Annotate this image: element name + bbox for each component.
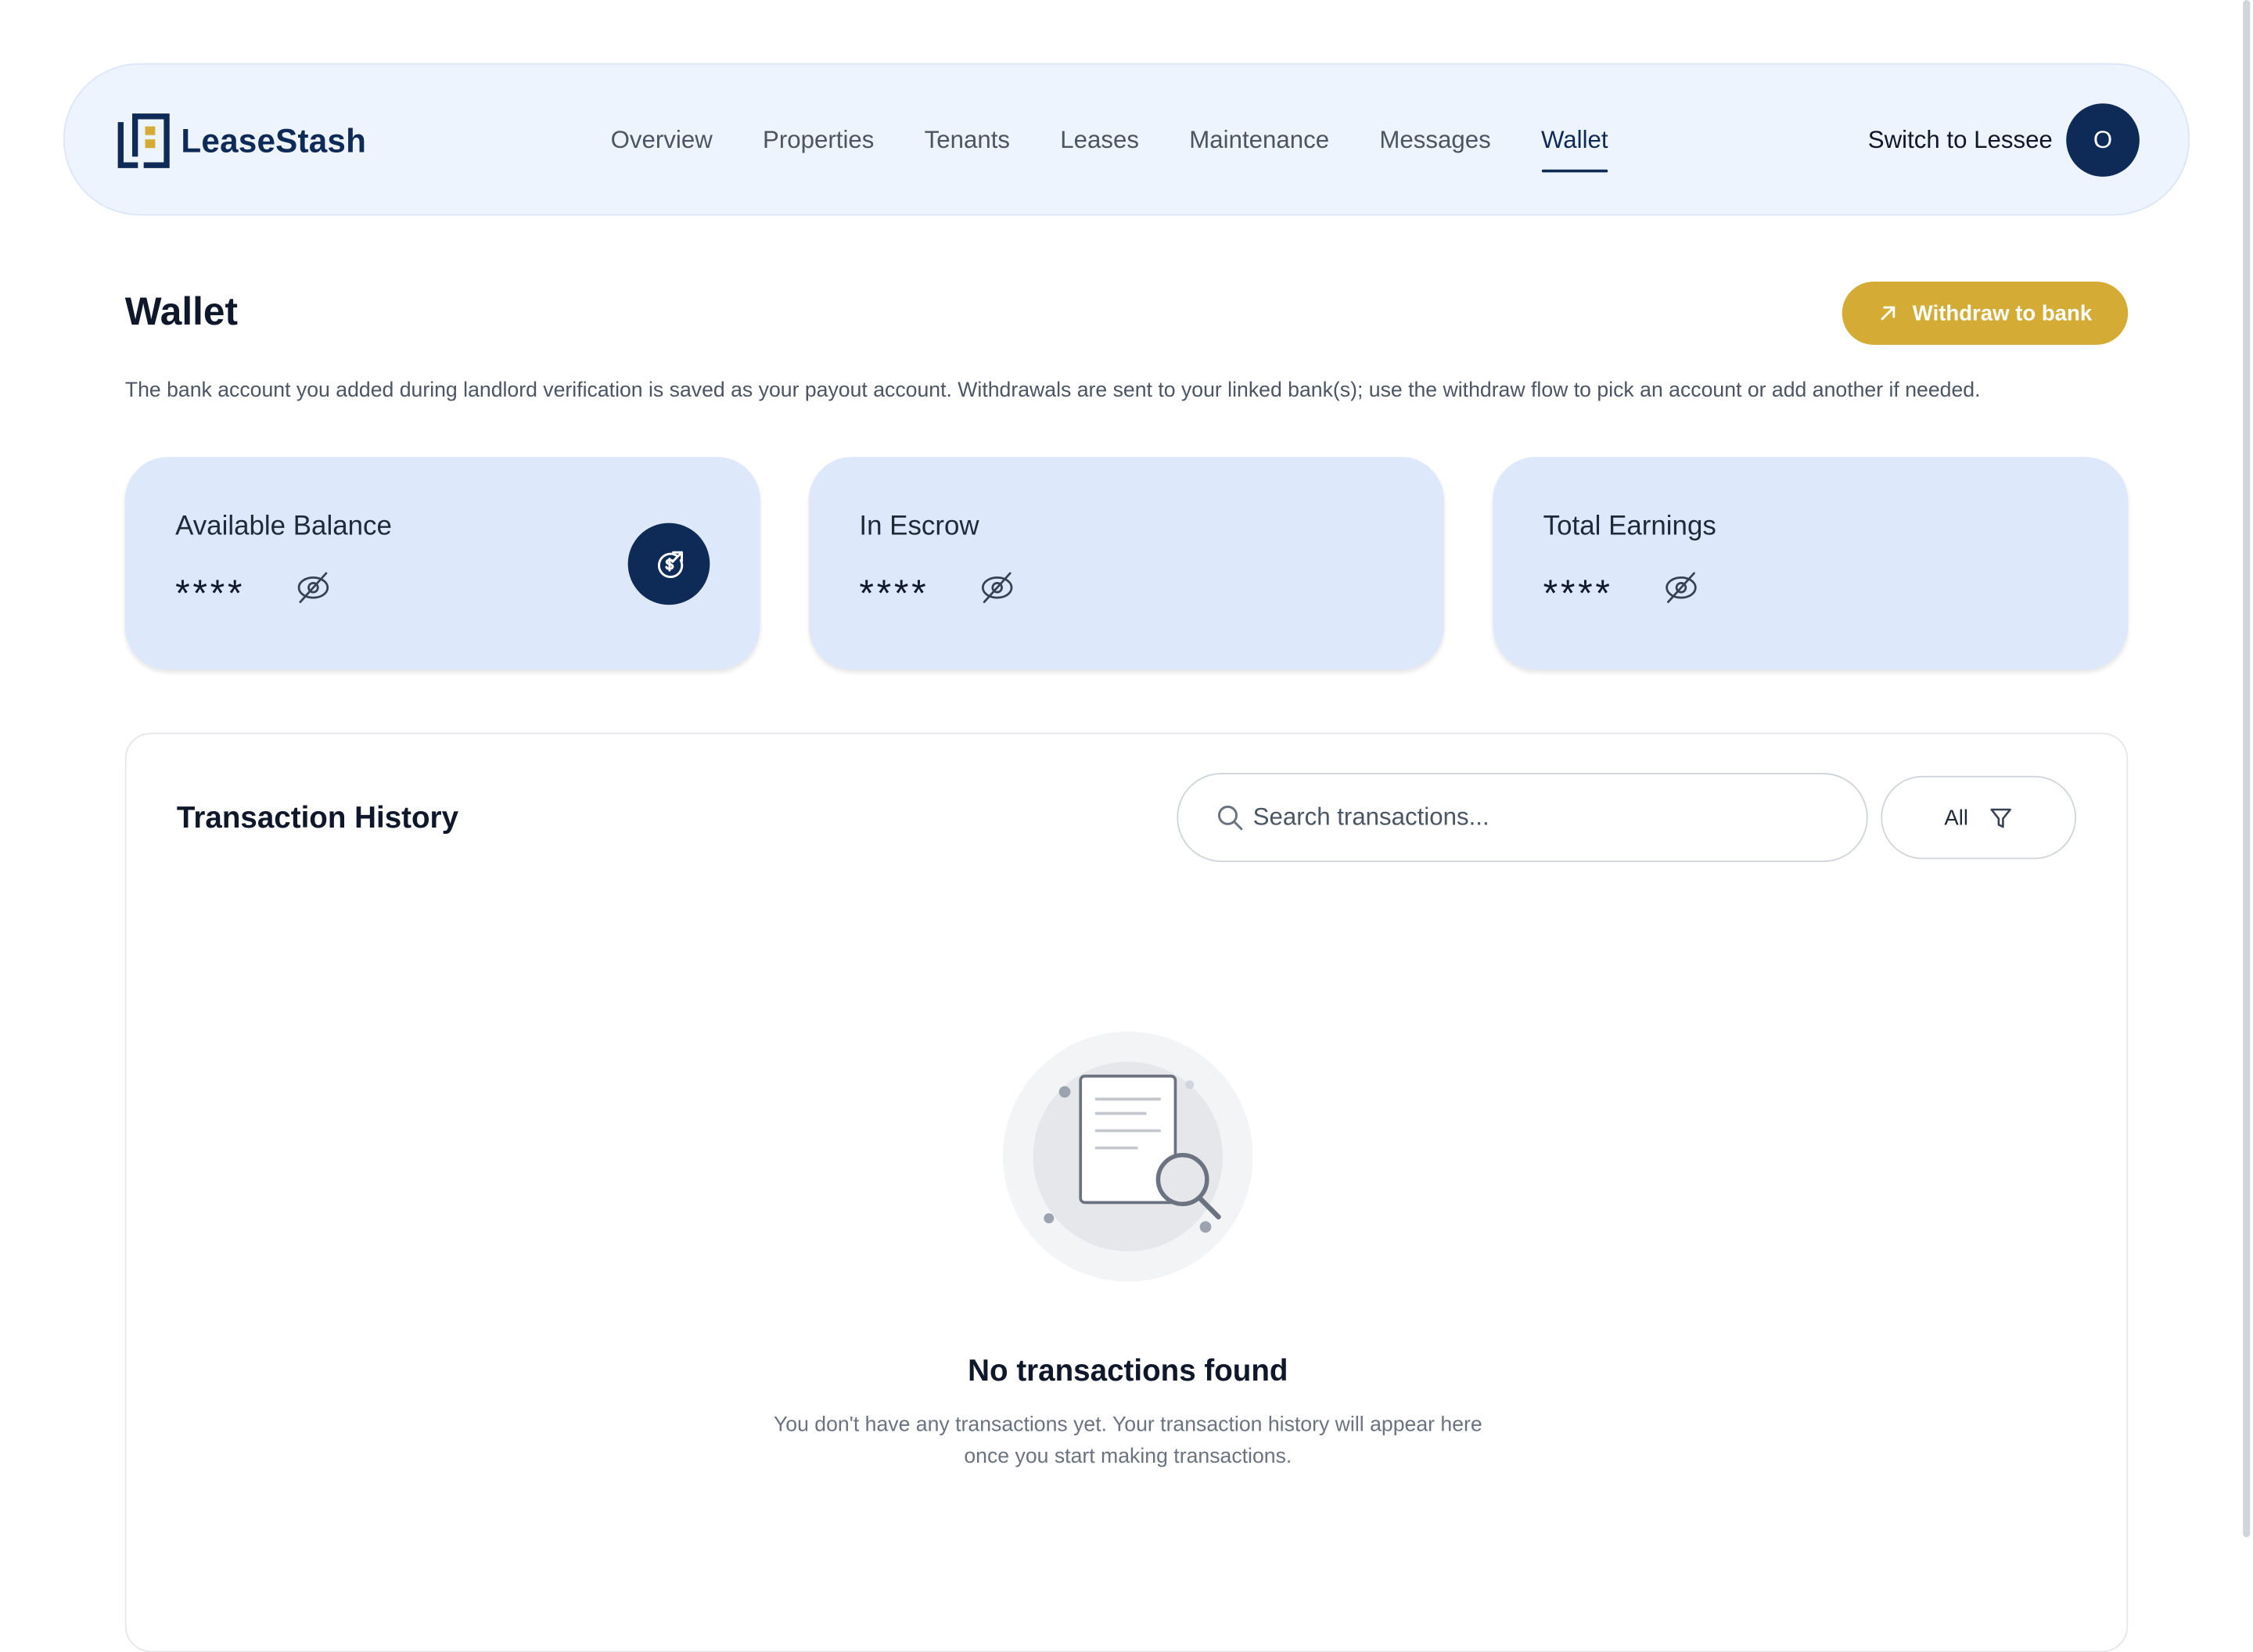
eye-off-icon[interactable] xyxy=(979,569,1016,606)
card-label: Available Balance xyxy=(175,511,392,542)
arrow-up-right-icon xyxy=(1881,306,1895,321)
card-label: In Escrow xyxy=(859,511,979,542)
payout-description: The bank account you added during landlo… xyxy=(124,379,1981,403)
available-balance-card: Available Balance **** xyxy=(124,457,760,670)
card-label: Total Earnings xyxy=(1543,511,1716,542)
filter-label: All xyxy=(1944,805,1969,830)
withdraw-to-bank-button[interactable]: Withdraw to bank xyxy=(1842,282,2129,345)
brand-logo[interactable]: LeaseStash xyxy=(115,110,366,173)
nav-item-maintenance[interactable]: Maintenance xyxy=(1189,65,1329,217)
document-search-icon xyxy=(1003,1031,1253,1282)
transaction-history-title: Transaction History xyxy=(176,801,459,835)
wallet-page: LeaseStash Overview Properties Tenants L… xyxy=(0,0,2253,1652)
filter-dropdown-button[interactable]: All xyxy=(1881,775,2077,860)
transaction-history-panel: Transaction History All No transa xyxy=(124,732,2129,1652)
eye-off-icon[interactable] xyxy=(1662,569,1700,606)
card-value: **** xyxy=(1543,572,1613,616)
page-scrollbar[interactable] xyxy=(2238,0,2253,1602)
switch-role-link[interactable]: Switch to Lessee xyxy=(1868,65,2053,217)
scrollbar-thumb[interactable] xyxy=(2243,0,2251,1538)
card-value: **** xyxy=(859,572,929,616)
filter-icon xyxy=(1990,807,2011,828)
empty-state-title: No transactions found xyxy=(968,1355,1288,1388)
dollar-badge xyxy=(627,523,710,605)
withdraw-to-bank-label: Withdraw to bank xyxy=(1912,300,2093,326)
main-nav: Overview Properties Tenants Leases Maint… xyxy=(611,65,1608,217)
top-nav-bar: LeaseStash Overview Properties Tenants L… xyxy=(63,63,2190,216)
empty-state-description: You don't have any transactions yet. You… xyxy=(773,1413,1482,1469)
avatar-initial: O xyxy=(2093,125,2113,153)
nav-item-wallet[interactable]: Wallet xyxy=(1540,65,1608,217)
total-earnings-card: Total Earnings **** xyxy=(1493,457,2129,670)
brand-name: LeaseStash xyxy=(181,121,367,159)
card-value: **** xyxy=(175,572,246,616)
page-title: Wallet xyxy=(124,290,239,334)
nav-item-tenants[interactable]: Tenants xyxy=(925,65,1010,217)
nav-item-properties[interactable]: Properties xyxy=(763,65,874,217)
transaction-search xyxy=(1177,773,1868,863)
nav-item-leases[interactable]: Leases xyxy=(1060,65,1139,217)
search-icon xyxy=(1218,805,1243,831)
nav-item-messages[interactable]: Messages xyxy=(1379,65,1490,217)
user-avatar[interactable]: O xyxy=(2066,103,2140,177)
leasestash-logo-icon xyxy=(117,113,170,168)
search-input[interactable] xyxy=(1252,774,1842,861)
nav-item-overview[interactable]: Overview xyxy=(611,65,713,217)
in-escrow-card: In Escrow **** xyxy=(809,457,1444,670)
eye-off-icon[interactable] xyxy=(295,569,332,606)
dollar-arrow-icon xyxy=(657,550,683,578)
